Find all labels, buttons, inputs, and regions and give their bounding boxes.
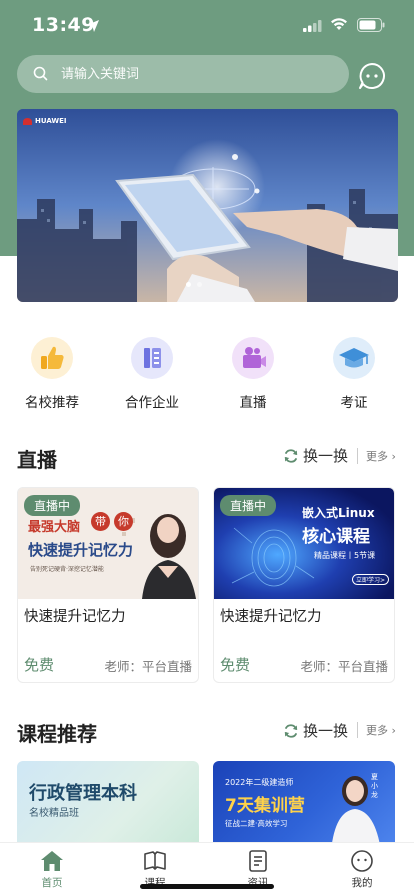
thumbnail-text: 你 <box>114 512 133 531</box>
live-refresh-button[interactable]: 换一换 <box>283 445 348 466</box>
banner-pagination <box>186 282 202 287</box>
tab-label: 我的 <box>351 877 373 889</box>
signal-icon <box>303 20 322 32</box>
status-bar: 13:49 <box>0 0 414 52</box>
pagination-dot <box>197 282 202 287</box>
course-card[interactable]: 行政管理本科 名校精品班 <box>17 761 199 851</box>
company-icon <box>131 337 173 379</box>
chevron-right-icon: › <box>388 724 396 737</box>
chevron-right-icon: › <box>388 450 396 463</box>
card-price: 免费 <box>220 656 251 674</box>
search-bar[interactable] <box>17 55 349 93</box>
refresh-label: 换一换 <box>303 447 349 465</box>
thumbnail-text: 名校精品班 <box>29 808 79 819</box>
refresh-label: 换一换 <box>303 722 349 740</box>
live-badge: 直播中 <box>24 495 81 516</box>
search-input[interactable] <box>61 55 341 93</box>
video-camera-icon <box>232 337 274 379</box>
category-famous-schools[interactable]: 名校推荐 <box>12 330 92 411</box>
thumbnail-text: 行政管理本科 <box>29 783 137 804</box>
card-title: 快速提升记忆力 <box>220 609 322 625</box>
category-label: 合作企业 <box>125 395 179 411</box>
thumbnail-text: 夏小龙 <box>371 773 378 799</box>
category-shortcuts: 名校推荐 合作企业 直播 考证 <box>0 330 414 411</box>
category-partner-companies[interactable]: 合作企业 <box>112 330 192 411</box>
thumbnail-text: 7天集训营 <box>225 796 305 816</box>
tab-home[interactable]: 首页 <box>12 843 92 890</box>
course-card[interactable]: 2022年二级建造师 7天集训营 征战二建·高效学习 夏小龙 <box>213 761 395 851</box>
more-label: 更多 <box>366 450 388 463</box>
category-certification[interactable]: 考证 <box>314 330 394 411</box>
live-more-link[interactable]: 更多 › <box>366 448 396 464</box>
category-label: 直播 <box>239 395 267 411</box>
message-icon[interactable] <box>357 61 387 91</box>
more-label: 更多 <box>366 724 388 737</box>
tab-news[interactable]: 资讯 <box>218 843 298 890</box>
thumbnail-text: 核心课程 <box>302 527 370 547</box>
thumbnail-text: 精品课程丨5节课 <box>314 551 376 560</box>
divider <box>357 448 358 464</box>
course-refresh-button[interactable]: 换一换 <box>283 720 348 741</box>
divider <box>357 722 358 738</box>
tab-courses[interactable]: 课程 <box>115 843 195 890</box>
thumbnail-text: 带 <box>91 512 110 531</box>
thumbnail-text: 2022年二级建造师 <box>225 778 294 787</box>
thumbnail-text: 征战二建·高效学习 <box>225 819 288 828</box>
live-badge: 直播中 <box>220 495 277 516</box>
news-icon <box>249 850 267 872</box>
book-icon <box>144 851 166 870</box>
category-label: 考证 <box>340 395 368 411</box>
home-icon <box>41 851 63 871</box>
card-title: 快速提升记忆力 <box>24 609 126 625</box>
live-course-card[interactable]: 最强大脑 带 你 快速提升记忆力 告别死记硬背·深挖记忆潜能 直播中 快速提升记… <box>17 487 199 683</box>
course-section-title: 课程推荐 <box>17 722 97 746</box>
wifi-icon <box>331 18 347 30</box>
thumbnail-text: 嵌入式Linux <box>302 506 375 520</box>
location-arrow-icon <box>87 20 99 32</box>
card-price: 免费 <box>24 656 55 674</box>
pagination-dot-active <box>186 282 191 287</box>
home-indicator <box>140 884 274 889</box>
tab-profile[interactable]: 我的 <box>322 843 402 890</box>
graduation-cap-icon <box>333 337 375 379</box>
search-icon <box>33 66 48 81</box>
profile-icon <box>351 850 373 872</box>
battery-icon <box>357 18 385 32</box>
banner-carousel[interactable]: HUAWEI <box>17 109 398 302</box>
category-label: 名校推荐 <box>25 395 79 411</box>
thumbnail-text: 立即学习> <box>352 574 390 585</box>
card-teacher: 老师：平台直播 <box>104 659 192 674</box>
category-live[interactable]: 直播 <box>213 330 293 411</box>
thumbnail-text: 告别死记硬背·深挖记忆潜能 <box>30 566 104 573</box>
live-course-card[interactable]: 嵌入式Linux 核心课程 精品课程丨5节课 立即学习> 直播中 快速提升记忆力… <box>213 487 395 683</box>
refresh-icon <box>284 723 298 738</box>
banner-brand-logo: HUAWEI <box>23 117 67 125</box>
thumbnail-text: 快速提升记忆力 <box>28 541 134 559</box>
live-section-title: 直播 <box>17 448 57 472</box>
banner-image <box>17 109 398 302</box>
refresh-icon <box>284 448 298 463</box>
tab-label: 首页 <box>41 877 63 889</box>
thumbs-up-icon <box>31 337 73 379</box>
course-more-link[interactable]: 更多 › <box>366 722 396 738</box>
thumbnail-text: 最强大脑 <box>28 520 81 535</box>
card-teacher: 老师：平台直播 <box>300 659 388 674</box>
